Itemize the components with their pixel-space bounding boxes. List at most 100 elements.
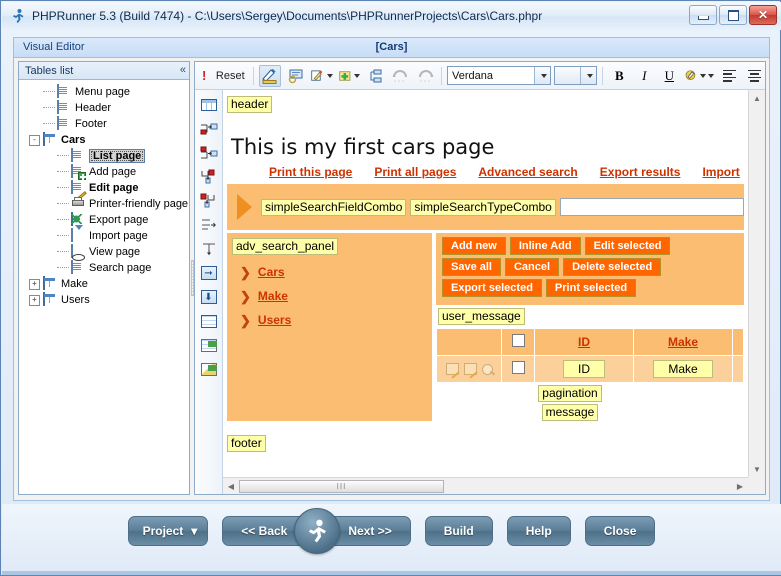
close-app-button[interactable]: Close [584,516,656,546]
move-down-icon[interactable]: ⬇ [199,288,219,306]
adv-search-link-users[interactable]: ❯ Users [240,313,432,327]
scroll-right-button[interactable]: ▶ [732,478,748,494]
insert-table-icon[interactable] [199,96,219,114]
scroll-up-button[interactable]: ▲ [749,90,765,106]
cell-id-tag[interactable]: ID [563,360,605,378]
project-button[interactable]: Project ▾ [127,516,209,546]
split-cells-icon[interactable] [199,240,219,258]
button-export-selected[interactable]: Export selected [442,279,542,297]
button-delete-selected[interactable]: Delete selected [563,258,662,276]
expand-triangle-icon[interactable] [237,194,252,220]
merge-cells-icon[interactable] [199,216,219,234]
sidebar-item-list-page[interactable]: List page [19,148,189,164]
redo-icon[interactable] [414,65,436,87]
button-save-all[interactable]: Save all [442,258,501,276]
inline-edit-row-icon[interactable] [463,363,477,375]
sidebar-item-edit-page[interactable]: Edit page [19,180,189,200]
properties-icon[interactable] [284,65,306,87]
adv-search-link-label[interactable]: Users [258,313,291,327]
align-left-icon[interactable] [718,65,740,87]
insert-column-right-icon[interactable] [199,120,219,138]
insert-column-left-icon[interactable] [199,144,219,162]
message-tag[interactable]: message [541,404,599,421]
table-image-icon[interactable] [199,336,219,354]
pagination-tag[interactable]: pagination [538,385,602,402]
button-print-selected[interactable]: Print selected [545,279,637,297]
align-center-icon[interactable] [743,65,765,87]
editor-vertical-scrollbar[interactable]: ▲ ▼ [748,90,765,477]
structure-icon[interactable] [364,65,386,87]
adv-search-link-label[interactable]: Cars [258,265,285,279]
font-size-select[interactable] [554,66,598,85]
cell-make-tag[interactable]: Make [653,360,713,378]
sidebar-item-add-page[interactable]: Add page [19,164,189,180]
insert-image-icon[interactable] [199,360,219,378]
page-link-export-results[interactable]: Export results [600,165,681,179]
insert-row-above-icon[interactable] [199,192,219,210]
editor-horizontal-scrollbar[interactable]: ◀ III ▶ [223,477,748,494]
edit-icon[interactable] [309,65,333,87]
button-edit-selected[interactable]: Edit selected [584,237,671,255]
sidebar-item-import-page[interactable]: Import page [19,228,189,244]
view-row-icon[interactable] [481,363,493,375]
tree-expander-collapse[interactable]: - [29,134,40,146]
reset-button[interactable]: Reset [212,65,248,87]
design-mode-icon[interactable] [259,64,282,87]
edit-row-icon[interactable] [445,363,459,375]
footer-tag[interactable]: footer [227,435,266,452]
font-family-select[interactable]: Verdana [446,66,552,85]
search-input[interactable] [559,198,744,216]
hscroll-thumb[interactable]: III [239,479,444,493]
adv-search-link-cars[interactable]: ❯ Cars [240,265,432,279]
sidebar-item-view-page[interactable]: View page [19,244,189,260]
row-checkbox[interactable] [511,361,525,374]
simple-search-type-combo[interactable]: simpleSearchTypeCombo [410,198,556,216]
scroll-down-button[interactable]: ▼ [749,461,765,477]
select-all-checkbox[interactable] [511,334,525,347]
build-button[interactable]: Build [424,516,493,546]
button-inline-add[interactable]: Inline Add [509,237,581,255]
move-right-icon[interactable]: ➞ [199,264,219,282]
exclamation-icon[interactable]: ! [199,68,209,83]
page-link-advanced-search[interactable]: Advanced search [478,165,577,179]
page-link-print-all-pages[interactable]: Print all pages [374,165,456,179]
sidebar-item-export-page[interactable]: Export page [19,212,189,228]
page-link-import[interactable]: Import [702,165,739,179]
underline-button[interactable]: U [658,65,680,87]
grid-header-id[interactable]: ID [534,328,634,356]
undo-icon[interactable] [389,65,411,87]
grid-properties-icon[interactable] [199,312,219,330]
header-tag[interactable]: header [227,96,273,113]
grid-header-make[interactable]: Make [633,328,733,356]
scroll-left-button[interactable]: ◀ [223,478,239,494]
sidebar-item-menu-page[interactable]: Menu page [19,84,189,100]
italic-button[interactable]: I [633,65,655,87]
simple-search-field-combo[interactable]: simpleSearchFieldCombo [261,198,407,216]
insert-row-below-icon[interactable] [199,168,219,186]
insert-icon[interactable] [337,65,361,87]
runner-icon[interactable] [293,508,340,554]
adv-search-link-label[interactable]: Make [258,289,288,303]
bold-button[interactable]: B [608,65,630,87]
text-color-icon[interactable] [683,65,715,87]
sidebar-item-search-page[interactable]: Search page [19,260,189,276]
help-button[interactable]: Help [506,516,571,546]
sidebar-item-footer[interactable]: Footer [19,116,189,132]
adv-search-panel-tag[interactable]: adv_search_panel [232,238,339,255]
button-add-new[interactable]: Add new [442,237,506,255]
minimize-button[interactable] [689,5,717,25]
user-message-tag[interactable]: user_message [438,308,525,325]
maximize-button[interactable] [719,5,747,25]
close-button[interactable]: ✕ [749,5,777,25]
sidebar-item-header[interactable]: Header [19,100,189,116]
sidebar-item-printer-friendly-page[interactable]: Printer-friendly page [19,196,189,212]
sidebar-item-users[interactable]: + Users [19,292,189,308]
button-cancel[interactable]: Cancel [504,258,560,276]
adv-search-link-make[interactable]: ❯ Make [240,289,432,303]
sidebar-item-cars[interactable]: - Cars [19,132,189,148]
page-title[interactable]: This is my first cars page [231,135,744,159]
collapse-panel-icon[interactable]: « [180,65,186,76]
tree-expander-expand[interactable]: + [29,278,40,290]
tree-expander-expand[interactable]: + [29,294,40,306]
page-link-print-this-page[interactable]: Print this page [269,165,352,179]
